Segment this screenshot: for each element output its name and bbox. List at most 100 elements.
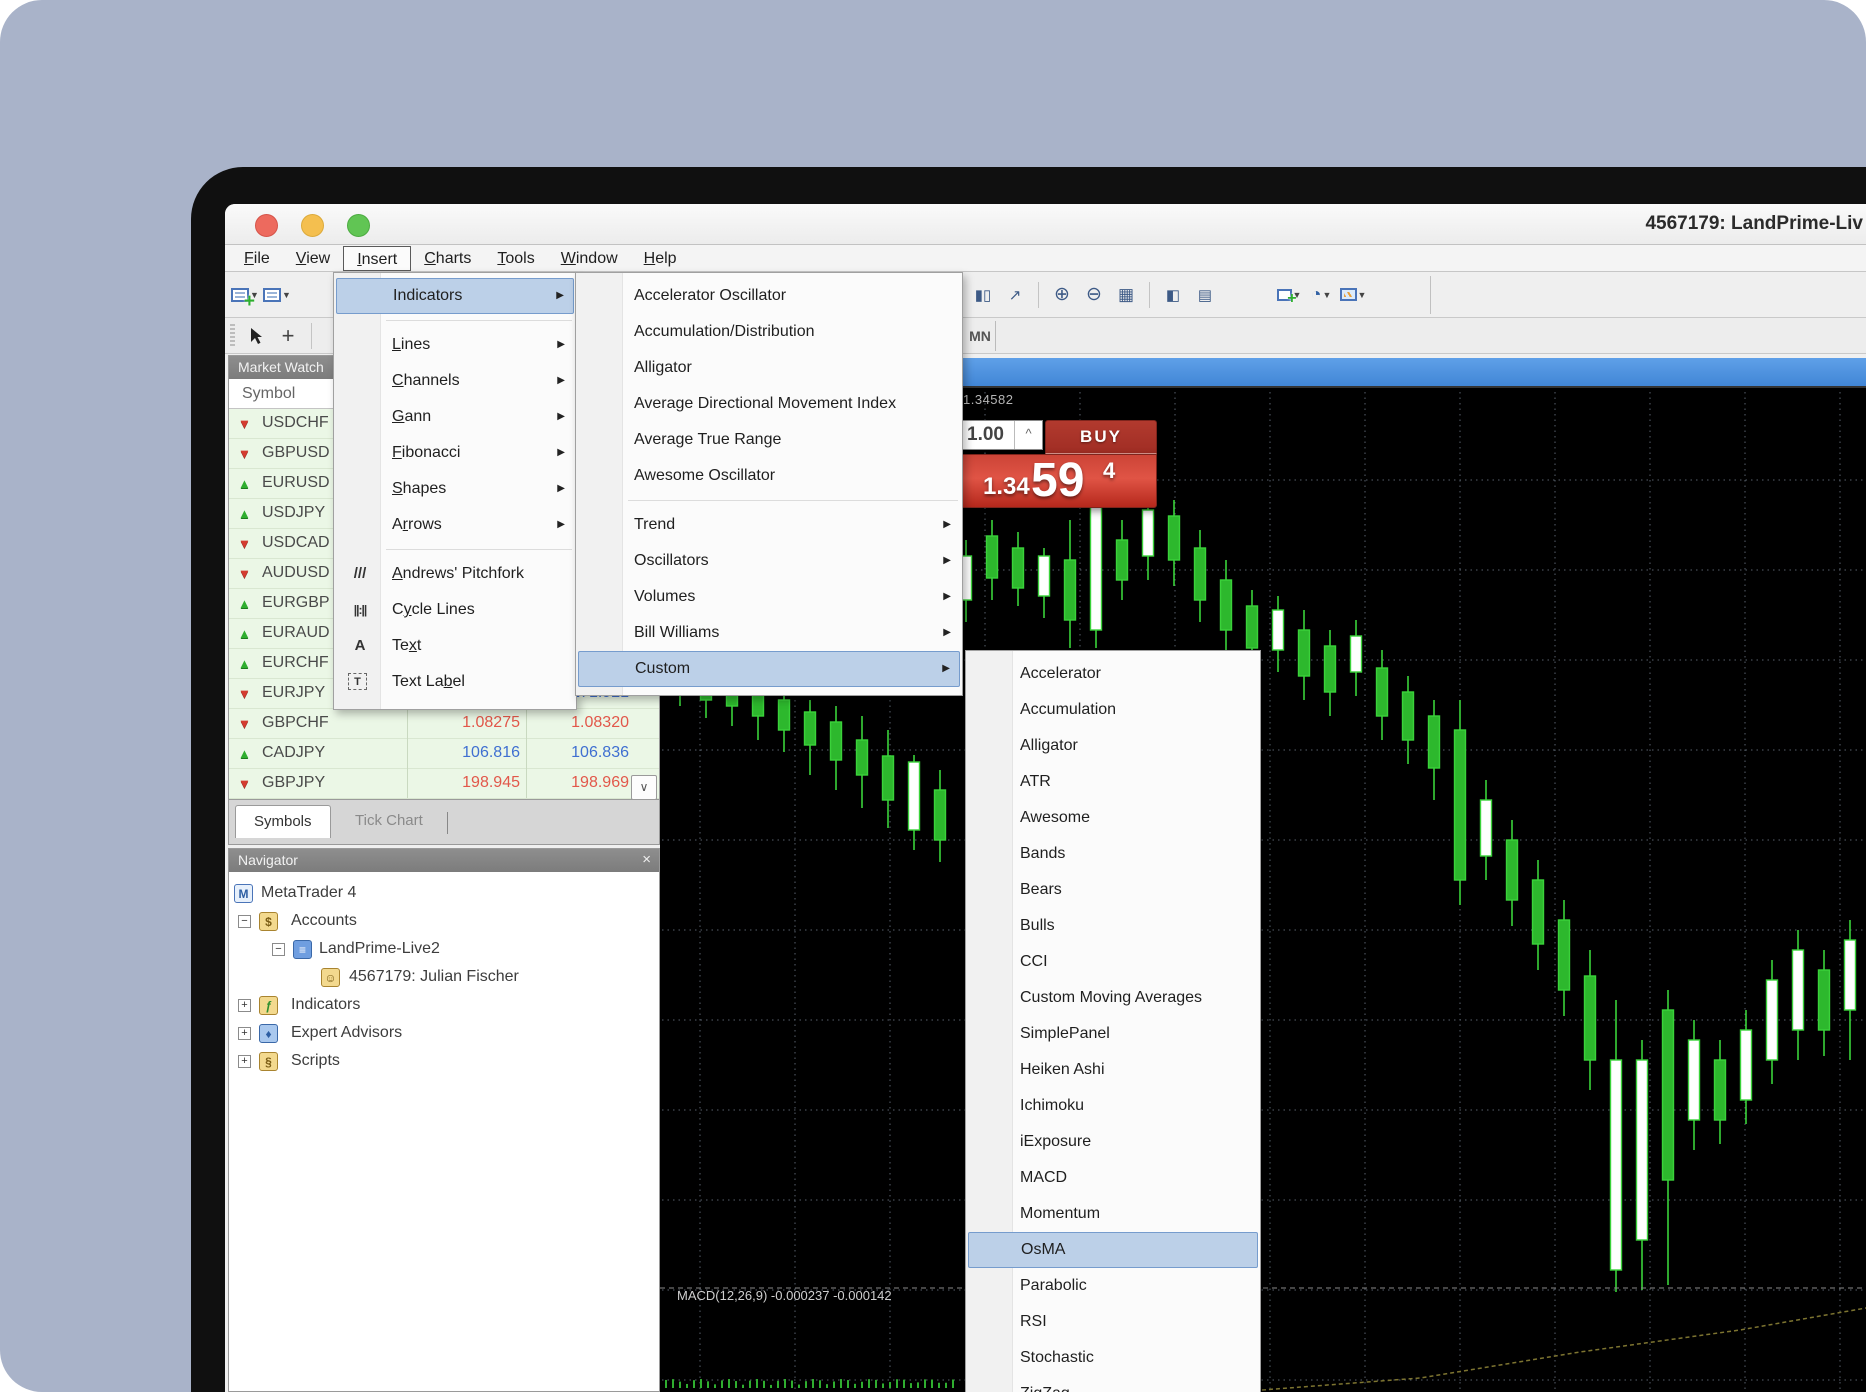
custom-menu-item-awesome[interactable]: Awesome bbox=[968, 800, 1258, 836]
cursor-tool-button[interactable] bbox=[242, 321, 270, 351]
indicators-menu-item-average-directional-movement-index[interactable]: Average Directional Movement Index bbox=[578, 386, 960, 422]
toolbar-grip[interactable] bbox=[230, 324, 235, 348]
insert-menu-item-channels[interactable]: Channels▶ bbox=[336, 363, 574, 399]
custom-menu-item-osma[interactable]: OsMA bbox=[968, 1232, 1258, 1268]
menubar-item-charts[interactable]: Charts bbox=[411, 246, 484, 271]
tab-symbols[interactable]: Symbols bbox=[235, 805, 331, 838]
insert-menu-item-cycle-lines[interactable]: ||:||Cycle Lines bbox=[336, 592, 574, 628]
insert-menu-item-fibonacci[interactable]: Fibonacci▶ bbox=[336, 435, 574, 471]
custom-menu-item-accumulation[interactable]: Accumulation bbox=[968, 692, 1258, 728]
up-arrow-icon: ▲ bbox=[238, 596, 251, 612]
indicators-menu-item-trend[interactable]: Trend▶ bbox=[578, 507, 960, 543]
navigator-item-expert-advisors[interactable]: +♦Expert Advisors bbox=[229, 1020, 659, 1048]
menu-item-label: Indicators bbox=[393, 279, 462, 313]
indicators-menu-item-alligator[interactable]: Alligator bbox=[578, 350, 960, 386]
menu-item-label: Bears bbox=[1020, 872, 1062, 908]
market-watch-scroll-button[interactable]: ∨ bbox=[631, 775, 657, 800]
candlestick-mode-icon[interactable]: ▮▯ bbox=[969, 280, 997, 310]
menubar-item-help[interactable]: Help bbox=[631, 246, 690, 271]
indicators-menu-item-accumulation-distribution[interactable]: Accumulation/Distribution bbox=[578, 314, 960, 350]
insert-menu-item-lines[interactable]: Lines▶ bbox=[336, 327, 574, 363]
custom-menu-item-atr[interactable]: ATR bbox=[968, 764, 1258, 800]
menubar-item-window[interactable]: Window bbox=[548, 246, 631, 271]
custom-menu-item-bulls[interactable]: Bulls bbox=[968, 908, 1258, 944]
submenu-arrow-icon: ▶ bbox=[557, 507, 565, 543]
custom-menu-item-heiken-ashi[interactable]: Heiken Ashi bbox=[968, 1052, 1258, 1088]
indicators-menu-item-bill-williams[interactable]: Bill Williams▶ bbox=[578, 615, 960, 651]
indicators-menu-item-average-true-range[interactable]: Average True Range bbox=[578, 422, 960, 458]
custom-menu-item-alligator[interactable]: Alligator bbox=[968, 728, 1258, 764]
tile-windows-icon[interactable]: ▦ bbox=[1112, 280, 1140, 310]
indicators-menu-item-custom[interactable]: Custom▶ bbox=[578, 651, 960, 687]
navigator-header[interactable]: Navigator × bbox=[229, 849, 659, 872]
custom-menu-item-rsi[interactable]: RSI bbox=[968, 1304, 1258, 1340]
market-watch-row-cadjpy[interactable]: ▲CADJPY106.816106.836 bbox=[229, 739, 659, 769]
periods-dropdown-button[interactable]: ◔ ▼ bbox=[1307, 280, 1335, 310]
custom-menu-item-parabolic[interactable]: Parabolic bbox=[968, 1268, 1258, 1304]
insert-menu-item-gann[interactable]: Gann▶ bbox=[336, 399, 574, 435]
zoom-out-icon[interactable]: ⊖ bbox=[1080, 280, 1108, 310]
templates-dropdown-button[interactable]: ▼ bbox=[1339, 280, 1367, 310]
custom-menu-item-ichimoku[interactable]: Ichimoku bbox=[968, 1088, 1258, 1124]
indicators-menu-item-oscillators[interactable]: Oscillators▶ bbox=[578, 543, 960, 579]
menubar-item-view[interactable]: View bbox=[283, 246, 343, 271]
symbol-label: EURGBP bbox=[262, 594, 330, 612]
custom-menu-item-bears[interactable]: Bears bbox=[968, 872, 1258, 908]
tab-tick-chart[interactable]: Tick Chart bbox=[337, 805, 441, 838]
menubar-item-file[interactable]: File bbox=[231, 246, 283, 271]
insert-menu-item-indicators[interactable]: Indicators▶ bbox=[336, 278, 574, 314]
close-traffic-light-icon[interactable] bbox=[255, 214, 278, 237]
insert-menu-item-shapes[interactable]: Shapes▶ bbox=[336, 471, 574, 507]
buy-button[interactable]: BUY bbox=[1045, 420, 1157, 454]
custom-menu-item-momentum[interactable]: Momentum bbox=[968, 1196, 1258, 1232]
expand-icon[interactable]: + bbox=[238, 999, 251, 1012]
menu-item-label: Text Label bbox=[392, 664, 465, 700]
navigator-item-landprime-live2[interactable]: −≡LandPrime-Live2 bbox=[229, 936, 659, 964]
expand-icon[interactable]: + bbox=[238, 1055, 251, 1068]
custom-menu-item-iexposure[interactable]: iExposure bbox=[968, 1124, 1258, 1160]
navigator-item-scripts[interactable]: +§Scripts bbox=[229, 1048, 659, 1076]
minimize-traffic-light-icon[interactable] bbox=[301, 214, 324, 237]
navigator-item-accounts[interactable]: −$Accounts bbox=[229, 908, 659, 936]
buy-price-panel[interactable]: 1.34 59 4 bbox=[930, 454, 1157, 508]
expand-icon[interactable]: + bbox=[238, 1027, 251, 1040]
menubar-item-insert[interactable]: Insert bbox=[343, 246, 411, 271]
period-mn-button[interactable]: MN bbox=[965, 325, 995, 347]
indicators-menu-item-accelerator-oscillator[interactable]: Accelerator Oscillator bbox=[578, 278, 960, 314]
indicators-dropdown-button[interactable]: + ▼ bbox=[1275, 280, 1303, 310]
auto-scroll-icon[interactable]: ◧ bbox=[1159, 280, 1187, 310]
zoom-traffic-light-icon[interactable] bbox=[347, 214, 370, 237]
navigator-item-4567179-julian-fischer[interactable]: ☺4567179: Julian Fischer bbox=[229, 964, 659, 992]
navigator-item-indicators[interactable]: +ƒIndicators bbox=[229, 992, 659, 1020]
market-watch-row-gbpjpy[interactable]: ▼GBPJPY198.945198.969 bbox=[229, 769, 659, 799]
zoom-in-icon[interactable]: ⊕ bbox=[1048, 280, 1076, 310]
custom-menu-item-cci[interactable]: CCI bbox=[968, 944, 1258, 980]
insert-menu-item-andrews-pitchfork[interactable]: ///Andrews' Pitchfork bbox=[336, 556, 574, 592]
insert-menu-item-text[interactable]: AText bbox=[336, 628, 574, 664]
navigator-item-metatrader-4[interactable]: MMetaTrader 4 bbox=[229, 880, 659, 908]
collapse-icon[interactable]: − bbox=[238, 915, 251, 928]
custom-menu-item-bands[interactable]: Bands bbox=[968, 836, 1258, 872]
custom-menu-item-stochastic[interactable]: Stochastic bbox=[968, 1340, 1258, 1376]
market-watch-row-gbpchf[interactable]: ▼GBPCHF1.082751.08320 bbox=[229, 709, 659, 739]
indicators-menu-item-volumes[interactable]: Volumes▶ bbox=[578, 579, 960, 615]
custom-menu-item-custom-moving-averages[interactable]: Custom Moving Averages bbox=[968, 980, 1258, 1016]
metatrader-icon: M bbox=[234, 884, 253, 903]
custom-menu-item-accelerator[interactable]: Accelerator bbox=[968, 656, 1258, 692]
line-chart-mode-icon[interactable]: ↗ bbox=[1001, 280, 1029, 310]
collapse-icon[interactable]: − bbox=[272, 943, 285, 956]
indicators-menu-item-awesome-oscillator[interactable]: Awesome Oscillator bbox=[578, 458, 960, 494]
custom-menu-item-macd[interactable]: MACD bbox=[968, 1160, 1258, 1196]
insert-menu-item-arrows[interactable]: Arrows▶ bbox=[336, 507, 574, 543]
new-chart-button[interactable]: + ▼ bbox=[231, 280, 259, 310]
title-bar[interactable]: 4567179: LandPrime-Liv bbox=[225, 204, 1866, 245]
menubar-item-tools[interactable]: Tools bbox=[484, 246, 547, 271]
crosshair-tool-button[interactable]: + bbox=[274, 321, 302, 351]
profiles-button[interactable]: ▼ bbox=[263, 280, 291, 310]
custom-menu-item-simplepanel[interactable]: SimplePanel bbox=[968, 1016, 1258, 1052]
insert-menu-item-text-label[interactable]: TText Label bbox=[336, 664, 574, 700]
custom-menu-item-zigzag[interactable]: ZigZag bbox=[968, 1376, 1258, 1392]
close-icon[interactable]: × bbox=[642, 849, 651, 871]
chart-shift-icon[interactable]: ▤ bbox=[1191, 280, 1219, 310]
volume-spinner-up-icon[interactable]: ^ bbox=[1014, 421, 1042, 449]
